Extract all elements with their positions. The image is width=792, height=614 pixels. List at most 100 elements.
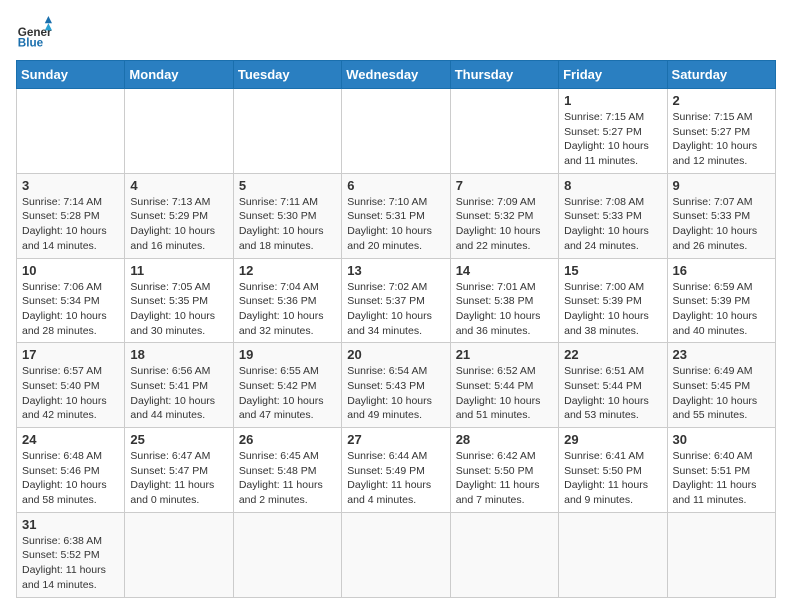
- day-info: Sunrise: 6:44 AM Sunset: 5:49 PM Dayligh…: [347, 449, 444, 508]
- day-info: Sunrise: 6:47 AM Sunset: 5:47 PM Dayligh…: [130, 449, 227, 508]
- day-info: Sunrise: 7:09 AM Sunset: 5:32 PM Dayligh…: [456, 195, 553, 254]
- day-number: 2: [673, 93, 770, 108]
- day-info: Sunrise: 6:55 AM Sunset: 5:42 PM Dayligh…: [239, 364, 336, 423]
- week-row-6: 31 Sunrise: 6:38 AM Sunset: 5:52 PM Dayli…: [17, 512, 776, 597]
- day-info: Sunrise: 6:59 AM Sunset: 5:39 PM Dayligh…: [673, 280, 770, 339]
- calendar-cell: 18 Sunrise: 6:56 AM Sunset: 5:41 PM Dayli…: [125, 343, 233, 428]
- calendar-cell: 7 Sunrise: 7:09 AM Sunset: 5:32 PM Daylig…: [450, 173, 558, 258]
- day-number: 4: [130, 178, 227, 193]
- day-info: Sunrise: 7:04 AM Sunset: 5:36 PM Dayligh…: [239, 280, 336, 339]
- day-number: 14: [456, 263, 553, 278]
- calendar-cell: 24 Sunrise: 6:48 AM Sunset: 5:46 PM Dayli…: [17, 428, 125, 513]
- day-number: 12: [239, 263, 336, 278]
- day-number: 3: [22, 178, 119, 193]
- calendar-cell: [450, 89, 558, 174]
- day-info: Sunrise: 6:41 AM Sunset: 5:50 PM Dayligh…: [564, 449, 661, 508]
- calendar-cell: [17, 89, 125, 174]
- weekday-header-saturday: Saturday: [667, 61, 775, 89]
- weekday-header-sunday: Sunday: [17, 61, 125, 89]
- week-row-3: 10 Sunrise: 7:06 AM Sunset: 5:34 PM Dayli…: [17, 258, 776, 343]
- day-number: 24: [22, 432, 119, 447]
- logo-icon: General Blue: [16, 16, 52, 52]
- day-number: 7: [456, 178, 553, 193]
- day-number: 9: [673, 178, 770, 193]
- calendar-cell: 10 Sunrise: 7:06 AM Sunset: 5:34 PM Dayli…: [17, 258, 125, 343]
- day-number: 22: [564, 347, 661, 362]
- day-number: 30: [673, 432, 770, 447]
- calendar-cell: 21Sunrise: 6:52 AM Sunset: 5:44 PM Dayli…: [450, 343, 558, 428]
- day-info: Sunrise: 6:56 AM Sunset: 5:41 PM Dayligh…: [130, 364, 227, 423]
- day-info: Sunrise: 7:15 AM Sunset: 5:27 PM Dayligh…: [673, 110, 770, 169]
- day-info: Sunrise: 6:42 AM Sunset: 5:50 PM Dayligh…: [456, 449, 553, 508]
- day-number: 29: [564, 432, 661, 447]
- calendar-cell: 3 Sunrise: 7:14 AM Sunset: 5:28 PM Daylig…: [17, 173, 125, 258]
- day-info: Sunrise: 6:40 AM Sunset: 5:51 PM Dayligh…: [673, 449, 770, 508]
- day-number: 13: [347, 263, 444, 278]
- calendar-cell: 8 Sunrise: 7:08 AM Sunset: 5:33 PM Daylig…: [559, 173, 667, 258]
- day-number: 11: [130, 263, 227, 278]
- day-number: 27: [347, 432, 444, 447]
- day-number: 31: [22, 517, 119, 532]
- calendar-cell: 27 Sunrise: 6:44 AM Sunset: 5:49 PM Dayli…: [342, 428, 450, 513]
- week-row-1: 1 Sunrise: 7:15 AM Sunset: 5:27 PM Daylig…: [17, 89, 776, 174]
- day-number: 18: [130, 347, 227, 362]
- calendar-cell: 9Sunrise: 7:07 AM Sunset: 5:33 PM Daylig…: [667, 173, 775, 258]
- calendar-cell: 5 Sunrise: 7:11 AM Sunset: 5:30 PM Daylig…: [233, 173, 341, 258]
- day-number: 1: [564, 93, 661, 108]
- calendar-body: 1 Sunrise: 7:15 AM Sunset: 5:27 PM Daylig…: [17, 89, 776, 598]
- weekday-header-wednesday: Wednesday: [342, 61, 450, 89]
- svg-text:Blue: Blue: [18, 37, 44, 50]
- calendar-cell: 28Sunrise: 6:42 AM Sunset: 5:50 PM Dayli…: [450, 428, 558, 513]
- day-info: Sunrise: 7:01 AM Sunset: 5:38 PM Dayligh…: [456, 280, 553, 339]
- calendar-cell: 23 Sunrise: 6:49 AM Sunset: 5:45 PM Dayli…: [667, 343, 775, 428]
- calendar-cell: 11 Sunrise: 7:05 AM Sunset: 5:35 PM Dayli…: [125, 258, 233, 343]
- day-info: Sunrise: 7:06 AM Sunset: 5:34 PM Dayligh…: [22, 280, 119, 339]
- day-info: Sunrise: 7:05 AM Sunset: 5:35 PM Dayligh…: [130, 280, 227, 339]
- calendar-cell: 4 Sunrise: 7:13 AM Sunset: 5:29 PM Daylig…: [125, 173, 233, 258]
- calendar-cell: 19 Sunrise: 6:55 AM Sunset: 5:42 PM Dayli…: [233, 343, 341, 428]
- day-number: 20: [347, 347, 444, 362]
- calendar-cell: [342, 512, 450, 597]
- calendar-cell: 2 Sunrise: 7:15 AM Sunset: 5:27 PM Daylig…: [667, 89, 775, 174]
- day-number: 23: [673, 347, 770, 362]
- week-row-5: 24 Sunrise: 6:48 AM Sunset: 5:46 PM Dayli…: [17, 428, 776, 513]
- day-info: Sunrise: 6:49 AM Sunset: 5:45 PM Dayligh…: [673, 364, 770, 423]
- day-number: 15: [564, 263, 661, 278]
- day-info: Sunrise: 6:45 AM Sunset: 5:48 PM Dayligh…: [239, 449, 336, 508]
- day-number: 6: [347, 178, 444, 193]
- calendar-cell: 25Sunrise: 6:47 AM Sunset: 5:47 PM Dayli…: [125, 428, 233, 513]
- calendar-cell: [450, 512, 558, 597]
- day-info: Sunrise: 7:08 AM Sunset: 5:33 PM Dayligh…: [564, 195, 661, 254]
- day-info: Sunrise: 6:38 AM Sunset: 5:52 PM Dayligh…: [22, 534, 119, 593]
- day-number: 16: [673, 263, 770, 278]
- day-number: 5: [239, 178, 336, 193]
- day-number: 17: [22, 347, 119, 362]
- weekday-header-tuesday: Tuesday: [233, 61, 341, 89]
- day-info: Sunrise: 6:57 AM Sunset: 5:40 PM Dayligh…: [22, 364, 119, 423]
- day-info: Sunrise: 6:48 AM Sunset: 5:46 PM Dayligh…: [22, 449, 119, 508]
- day-info: Sunrise: 7:11 AM Sunset: 5:30 PM Dayligh…: [239, 195, 336, 254]
- day-info: Sunrise: 7:15 AM Sunset: 5:27 PM Dayligh…: [564, 110, 661, 169]
- weekday-header-friday: Friday: [559, 61, 667, 89]
- calendar-cell: 17 Sunrise: 6:57 AM Sunset: 5:40 PM Dayli…: [17, 343, 125, 428]
- calendar-cell: [233, 512, 341, 597]
- calendar-cell: 6Sunrise: 7:10 AM Sunset: 5:31 PM Daylig…: [342, 173, 450, 258]
- calendar-cell: [667, 512, 775, 597]
- day-number: 26: [239, 432, 336, 447]
- calendar-cell: [559, 512, 667, 597]
- calendar-cell: 26 Sunrise: 6:45 AM Sunset: 5:48 PM Dayli…: [233, 428, 341, 513]
- day-info: Sunrise: 6:54 AM Sunset: 5:43 PM Dayligh…: [347, 364, 444, 423]
- day-info: Sunrise: 7:14 AM Sunset: 5:28 PM Dayligh…: [22, 195, 119, 254]
- day-number: 8: [564, 178, 661, 193]
- calendar-cell: [125, 89, 233, 174]
- day-info: Sunrise: 7:13 AM Sunset: 5:29 PM Dayligh…: [130, 195, 227, 254]
- week-row-4: 17 Sunrise: 6:57 AM Sunset: 5:40 PM Dayli…: [17, 343, 776, 428]
- calendar-cell: 31 Sunrise: 6:38 AM Sunset: 5:52 PM Dayli…: [17, 512, 125, 597]
- day-info: Sunrise: 6:51 AM Sunset: 5:44 PM Dayligh…: [564, 364, 661, 423]
- calendar-cell: 12 Sunrise: 7:04 AM Sunset: 5:36 PM Dayli…: [233, 258, 341, 343]
- calendar-cell: [125, 512, 233, 597]
- day-number: 10: [22, 263, 119, 278]
- calendar-cell: 1 Sunrise: 7:15 AM Sunset: 5:27 PM Daylig…: [559, 89, 667, 174]
- day-number: 19: [239, 347, 336, 362]
- calendar-cell: 16 Sunrise: 6:59 AM Sunset: 5:39 PM Dayli…: [667, 258, 775, 343]
